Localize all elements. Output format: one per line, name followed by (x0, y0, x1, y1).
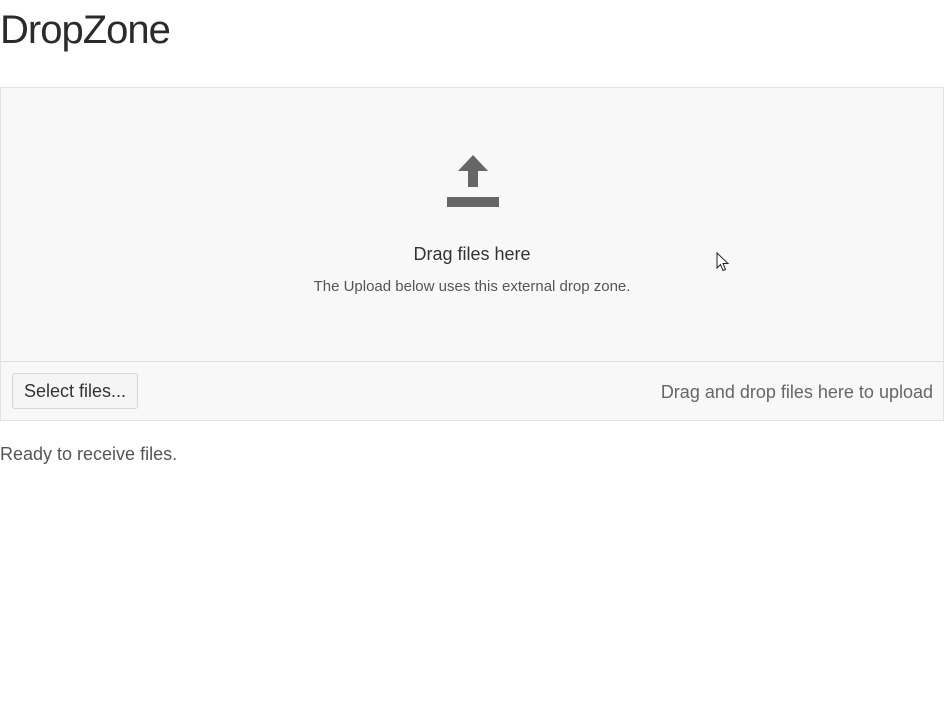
page-title: DropZone (0, 8, 171, 52)
drop-zone-hint: The Upload below uses this external drop… (313, 278, 631, 295)
status-message: Ready to receive files. (0, 444, 178, 464)
upload-icon (447, 155, 499, 207)
drop-zone-title: Drag files here (413, 244, 531, 264)
mouse-cursor-icon (716, 252, 730, 272)
external-drop-zone[interactable]: Drag files here The Upload below uses th… (0, 87, 944, 362)
select-files-button[interactable]: Select files... (12, 373, 139, 409)
page: DropZone Drag files here The Upload belo… (0, 0, 944, 708)
upload-drop-hint: Drag and drop files here to upload (660, 382, 933, 402)
upload-toolbar[interactable]: Select files... Drag and drop files here… (0, 362, 944, 421)
